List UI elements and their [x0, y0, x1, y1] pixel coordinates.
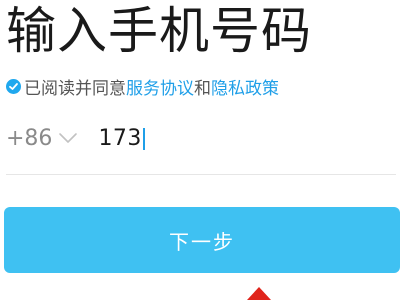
input-divider: [6, 174, 396, 175]
phone-number-input[interactable]: 173: [98, 126, 145, 151]
agreement-row: 已阅读并同意 服务协议 和 隐私政策: [6, 74, 279, 99]
terms-of-service-link[interactable]: 服务协议: [126, 74, 194, 99]
agreement-prefix-text: 已阅读并同意: [24, 78, 126, 99]
phone-number-value: 173: [98, 125, 142, 151]
phone-input-row: +86 173: [6, 118, 396, 158]
agreement-joiner-text: 和: [194, 78, 211, 99]
country-code-selector[interactable]: +86: [6, 126, 78, 151]
red-arrow-pointer-icon: [247, 287, 271, 300]
checkmark-icon: [9, 82, 18, 90]
check-circle-icon[interactable]: [6, 78, 21, 94]
text-cursor: [142, 127, 145, 150]
privacy-policy-link[interactable]: 隐私政策: [211, 74, 279, 99]
chevron-down-icon: [58, 132, 78, 144]
next-step-button[interactable]: 下一步: [4, 207, 400, 273]
login-screen: 输入手机号码 已阅读并同意 服务协议 和 隐私政策 +86 173 下一步: [0, 0, 400, 300]
country-code-value: +86: [6, 125, 53, 151]
page-title: 输入手机号码: [6, 2, 312, 60]
